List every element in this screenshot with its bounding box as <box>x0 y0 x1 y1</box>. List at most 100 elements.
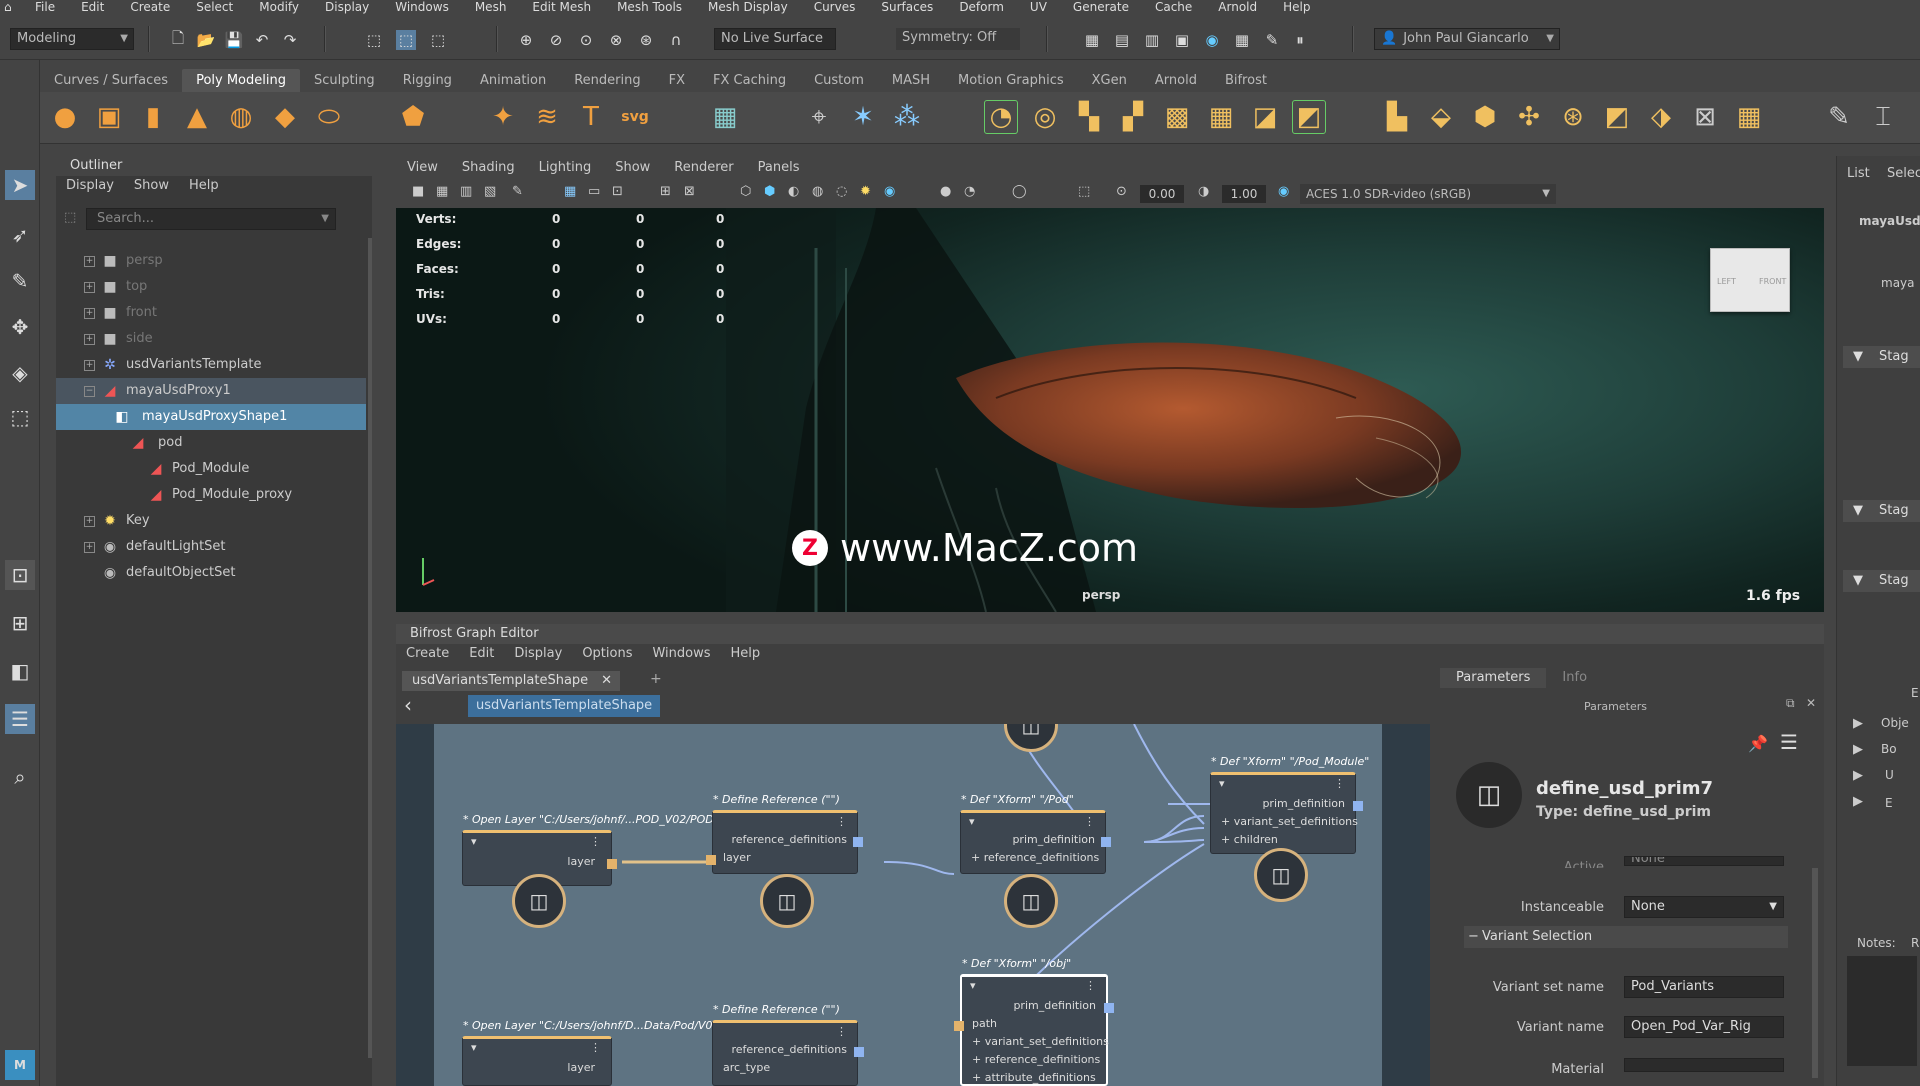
expand-icon[interactable]: + <box>84 256 95 267</box>
select-component-icon[interactable]: ⬚ <box>428 30 448 50</box>
lasso-tool-icon[interactable]: ➶ <box>5 220 35 250</box>
chevron-right-icon[interactable]: ▶ <box>1853 716 1863 731</box>
reduce-icon[interactable]: ◩ <box>1292 100 1326 134</box>
output-pin[interactable] <box>1101 837 1111 847</box>
hamburger-menu-icon[interactable]: ☰ <box>1780 730 1798 754</box>
chevron-down-icon[interactable]: ▾ <box>471 1041 477 1054</box>
uv-editor-icon[interactable]: ⊠ <box>1688 100 1722 134</box>
expand-icon[interactable]: + <box>84 334 95 345</box>
maya-logo-icon[interactable]: M <box>5 1050 35 1080</box>
tab-info[interactable]: Info <box>1546 668 1603 688</box>
node-def-xform-pod[interactable]: * Def "Xform" "/Pod" ▾ ⋮ prim_definition… <box>960 793 1111 874</box>
output-pin[interactable] <box>607 859 617 869</box>
image-plane-icon[interactable]: ▧ <box>484 184 496 199</box>
sweep-mesh-icon[interactable]: ≋ <box>530 100 564 134</box>
menu-edit[interactable]: Edit <box>68 0 117 14</box>
outliner-item-key[interactable]: + ✹ Key <box>56 508 366 534</box>
node-menu-icon[interactable]: ⋮ <box>1085 979 1096 992</box>
type-tool-icon[interactable]: T <box>574 100 608 134</box>
tab-parameters[interactable]: Parameters <box>1440 668 1547 688</box>
antialias-icon[interactable]: ◉ <box>884 184 895 199</box>
tab-arnold[interactable]: Arnold <box>1141 69 1211 92</box>
xray-joints-icon[interactable]: ◯ <box>1012 184 1027 199</box>
outliner-item-front[interactable]: + ■ front <box>56 300 366 326</box>
node-icon-def-xform-pod-module[interactable]: ◫ <box>1254 848 1308 902</box>
chevron-down-icon[interactable]: ▾ <box>1219 777 1225 790</box>
film-gate-icon[interactable]: ▭ <box>588 184 600 199</box>
pin-icon[interactable]: 📌 <box>1748 734 1768 753</box>
lights-icon[interactable]: ◍ <box>812 184 823 199</box>
platonic-solid-icon[interactable]: ⬟ <box>396 100 430 134</box>
variant-name-field[interactable]: Open_Pod_Var_Rig <box>1624 1016 1784 1038</box>
bifrost-menu-windows[interactable]: Windows <box>642 646 720 666</box>
poly-cone-icon[interactable]: ▲ <box>180 100 214 134</box>
menu-mesh-tools[interactable]: Mesh Tools <box>604 0 695 14</box>
poly-plane-icon[interactable]: ◆ <box>268 100 302 134</box>
tab-mash[interactable]: MASH <box>878 69 944 92</box>
outliner-item-pod-module[interactable]: ◢ Pod_Module <box>56 456 366 482</box>
snap-point-icon[interactable]: ⊙ <box>576 30 596 50</box>
section-stage-1[interactable]: ▼ Stag <box>1843 346 1920 368</box>
menu-uv[interactable]: UV <box>1017 0 1060 14</box>
node-open-layer-2[interactable]: * Open Layer "C:/Users/johnf/D...Data/Po… <box>462 1019 815 1086</box>
resolution-gate-icon[interactable]: ⊡ <box>612 184 623 199</box>
camera-attributes-icon[interactable]: ▦ <box>436 184 448 199</box>
bifrost-menu-create[interactable]: Create <box>396 646 459 666</box>
save-scene-icon[interactable]: 💾 <box>224 30 244 50</box>
viewport-menu-lighting[interactable]: Lighting <box>527 158 604 180</box>
output-pin[interactable] <box>853 837 863 847</box>
bifrost-menu-options[interactable]: Options <box>572 646 642 666</box>
output-pin[interactable] <box>1353 801 1363 811</box>
safe-title-icon[interactable]: ⊠ <box>684 184 695 199</box>
two-view-icon[interactable]: ◧ <box>5 656 35 686</box>
bifrost-menu-edit[interactable]: Edit <box>459 646 504 666</box>
outliner-item-mayausdproxyshape1[interactable]: ◧ mayaUsdProxyShape1 <box>56 404 366 430</box>
target-weld-icon[interactable]: ✣ <box>1512 100 1546 134</box>
scale-tool-icon[interactable]: ⬚ <box>5 402 35 432</box>
symmetry-dropdown[interactable]: Symmetry: Off <box>896 28 1020 50</box>
node-icon-define-reference-1[interactable]: ◫ <box>760 874 814 928</box>
open-scene-icon[interactable]: 📂 <box>196 30 216 50</box>
viewport-menu-show[interactable]: Show <box>603 158 662 180</box>
expand-icon[interactable]: + <box>84 282 95 293</box>
svg-tool-icon[interactable]: svg <box>618 100 652 134</box>
outliner-item-side[interactable]: + ■ side <box>56 326 366 352</box>
menu-windows[interactable]: Windows <box>382 0 462 14</box>
snap-curve-icon[interactable]: ⊘ <box>546 30 566 50</box>
menu-curves[interactable]: Curves <box>801 0 869 14</box>
poly-sphere-icon[interactable]: ● <box>48 100 82 134</box>
menu-deform[interactable]: Deform <box>946 0 1017 14</box>
node-menu-icon[interactable]: ⋮ <box>1084 815 1095 828</box>
duplicate-face-icon[interactable]: ⬙ <box>1424 100 1458 134</box>
four-view-icon[interactable]: ⊞ <box>5 608 35 638</box>
menu-display[interactable]: Display <box>312 0 382 14</box>
section-stage-2[interactable]: ▼ Stag <box>1843 500 1920 522</box>
tab-animation[interactable]: Animation <box>466 69 560 92</box>
float-window-icon[interactable]: ⧉ <box>1786 696 1795 711</box>
isolate-select-icon[interactable]: ● <box>940 184 951 199</box>
view-cube[interactable]: LEFT FRONT <box>1710 248 1790 312</box>
outliner-item-defaultobjectset[interactable]: ◉ defaultObjectSet <box>56 560 366 586</box>
collapse-icon[interactable]: ◩ <box>1600 100 1634 134</box>
menu-surfaces[interactable]: Surfaces <box>868 0 946 14</box>
safe-action-icon[interactable]: ⊞ <box>660 184 671 199</box>
select-object-icon[interactable]: ⬚ <box>396 30 416 50</box>
expand-icon[interactable]: + <box>84 542 95 553</box>
outliner-menu-show[interactable]: Show <box>124 178 179 198</box>
move-tool-icon[interactable]: ✥ <box>5 312 35 342</box>
menu-help[interactable]: Help <box>1270 0 1323 14</box>
smooth-icon[interactable]: ▩ <box>1160 100 1194 134</box>
ambient-occlusion-icon[interactable]: ✹ <box>860 184 871 199</box>
input-pin[interactable] <box>954 1021 964 1031</box>
notes-textarea[interactable] <box>1847 956 1917 1066</box>
camera-select-icon[interactable]: ■ <box>412 184 424 199</box>
textured-icon[interactable]: ◐ <box>788 184 799 199</box>
node-graph-canvas[interactable]: ◫ * Open Layer "C:/Users/johnf/...POD_V0… <box>434 724 1382 1086</box>
poly-cube-icon[interactable]: ▣ <box>92 100 126 134</box>
snap-surface-icon[interactable]: ⊛ <box>636 30 656 50</box>
single-view-icon[interactable]: ⊡ <box>5 560 35 590</box>
tab-custom[interactable]: Custom <box>800 69 878 92</box>
outliner-item-pod[interactable]: ◢ pod <box>56 430 366 456</box>
collapse-icon[interactable]: − <box>84 386 95 397</box>
outliner-item-mayausdproxy1[interactable]: − ◢ mayaUsdProxy1 <box>56 378 366 404</box>
